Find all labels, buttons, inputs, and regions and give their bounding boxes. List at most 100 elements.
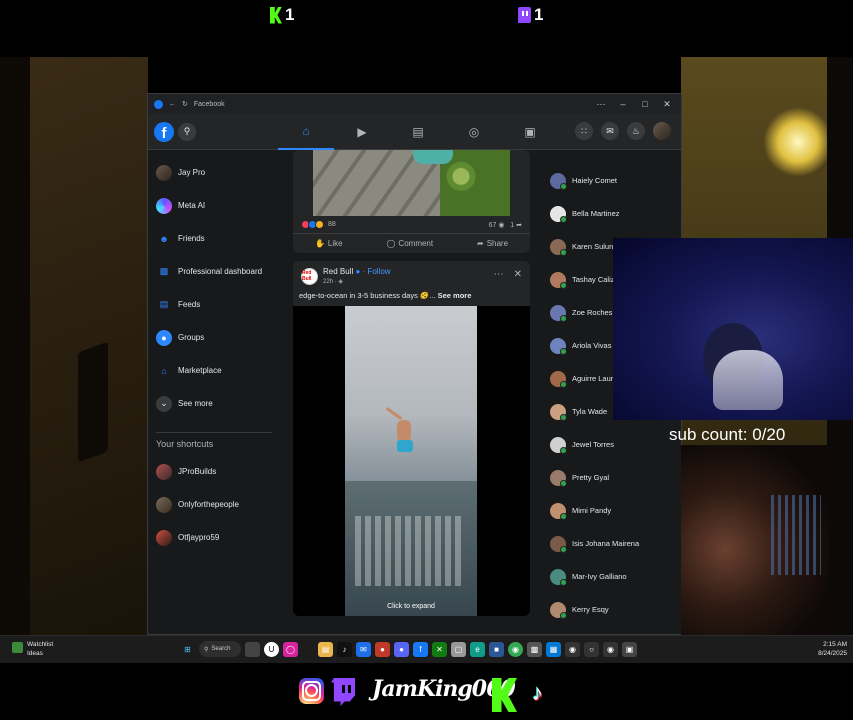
system-clock[interactable]: 2:15 AM 8/24/2025 [818,640,847,658]
app-icon[interactable]: ● [375,641,390,657]
avatar [550,601,567,619]
webcam-hands [713,350,783,410]
edge-icon[interactable]: e [470,641,485,657]
app-icon[interactable]: ◉ [603,641,618,657]
post-timestamp[interactable]: 22h · [323,279,337,285]
sidebar-item-marketplace[interactable]: ⌂ Marketplace [154,354,272,387]
like-label: Like [327,239,343,248]
contact-item[interactable]: Bella Martinez [546,197,676,230]
avatar [156,463,172,480]
gaming-icon[interactable]: ▣ [502,114,558,150]
avatar [550,271,567,289]
author-name[interactable]: Red Bull [323,267,353,276]
watchlist-widget[interactable]: Watchlist Ideas [12,640,53,658]
groups-icon[interactable]: ◎ [446,114,502,150]
chevron-down-icon: ⌄ [156,395,172,412]
webcam-overlay [613,238,853,420]
app-icon[interactable]: ▩ [527,641,542,657]
sidebar-item-professional-dashboard[interactable]: ▩ Professional dashboard [154,255,272,288]
profile-avatar[interactable] [653,122,671,140]
comments-shares[interactable]: 67 ◉ 1 ➦ [489,221,522,229]
contact-item[interactable]: Jewel Torres [546,428,676,461]
marketplace-icon[interactable]: ▤ [390,114,446,150]
contact-item[interactable]: Isis Johana Mairena [546,527,676,560]
app-icon[interactable]: ■ [489,641,504,657]
click-to-expand[interactable]: Click to expand [345,603,477,610]
app-icon[interactable]: ◉ [565,641,580,657]
video-frame[interactable]: Click to expand [345,306,477,616]
reload-icon[interactable]: ↻ [182,100,188,108]
feeds-icon: ▤ [159,299,169,309]
facebook-app-icon[interactable]: f [413,641,428,657]
sidebar-item-meta-ai[interactable]: Meta AI [154,189,272,222]
nav-tabs: ⌂ ▶ ▤ ◎ ▣ [278,114,558,150]
sidebar-item-label: Feeds [178,300,201,309]
avatar [156,496,172,513]
notifications-icon[interactable]: ♨ [627,122,645,140]
sidebar-item-feeds[interactable]: ▤ Feeds [154,288,272,321]
contact-item[interactable]: Haiely Comet [546,164,676,197]
back-icon[interactable]: ← [169,101,176,108]
task-view-icon[interactable] [245,641,260,657]
messenger-app-icon[interactable]: ✉ [356,641,371,657]
reactions-summary[interactable]: 88 [301,220,336,229]
more-options-button[interactable]: ⋯ [593,99,609,110]
contact-name: Karen Sulun [572,242,614,251]
app-icon[interactable]: ▣ [622,641,637,657]
close-button[interactable]: ✕ [659,99,675,110]
search-icon[interactable]: ⚲ [178,122,196,141]
avatar [550,337,567,355]
instagram-app-icon[interactable]: ◯ [283,641,298,657]
messenger-icon[interactable]: ✉ [601,122,619,140]
home-icon[interactable]: ⌂ [278,114,334,150]
taskbar-search[interactable]: ⚲ Search [199,641,241,657]
app-icon[interactable]: ▦ [546,641,561,657]
shortcut-label: Onlyforthepeople [178,500,239,509]
follow-link[interactable]: · Follow [363,267,391,276]
facebook-logo[interactable]: f [154,121,174,142]
contact-item[interactable]: Kerry Esqy [546,593,676,626]
shortcut-label: Otfjaypro59 [178,533,220,542]
shortcut-item[interactable]: JProBuilds [154,455,272,488]
contact-item[interactable]: Pretty Gyal [546,461,676,494]
share-button[interactable]: ➦ Share [477,239,508,248]
contact-item[interactable]: Mar-Ivy Galliano [546,560,676,593]
app-icon[interactable]: ▢ [451,641,466,657]
start-icon[interactable]: ⊞ [180,642,195,657]
like-button[interactable]: ✋ Like [315,239,343,248]
post-photo[interactable] [313,150,510,216]
comment-button[interactable]: ◯ Comment [386,239,433,248]
red-bull-logo[interactable]: Red Bull [301,267,318,285]
unreal-engine-icon[interactable]: U [264,641,279,657]
search-label: Search [211,646,231,652]
sidebar-item-profile[interactable]: Jay Pro [154,156,272,189]
shortcut-item[interactable]: Onlyforthepeople [154,488,272,521]
sidebar-item-see-more[interactable]: ⌄ See more [154,387,272,420]
facecam-background [771,495,821,575]
avatar [550,535,567,553]
maximize-button[interactable]: □ [637,99,653,109]
menu-grid-icon[interactable]: ∷ [575,122,593,140]
video-player[interactable]: Click to expand [293,306,530,616]
kick-count: 1 [285,5,295,24]
discord-icon[interactable]: ● [394,641,409,657]
video-icon[interactable]: ▶ [334,114,390,150]
hide-post-icon[interactable]: ✕ [514,269,522,280]
share-icon: ➦ [476,239,484,248]
tiktok-app-icon[interactable]: ♪ [337,641,352,657]
post-more-icon[interactable]: ⋯ [494,269,504,280]
comment-label: Comment [398,239,434,248]
sidebar-item-groups[interactable]: ● Groups [154,321,272,354]
share-icon: ➦ [516,221,522,229]
avatar [156,164,172,181]
app-icon[interactable]: ○ [584,641,599,657]
file-explorer-icon[interactable]: ▤ [318,641,333,657]
sidebar-item-label: Jay Pro [178,168,206,177]
see-more-link[interactable]: See more [438,291,472,300]
sidebar-item-friends[interactable]: ☻ Friends [154,222,272,255]
minimize-button[interactable]: – [615,99,631,109]
chrome-icon[interactable]: ◉ [508,641,523,657]
shortcut-item[interactable]: Otfjaypro59 [154,521,272,554]
contact-item[interactable]: Mimi Pandy [546,494,676,527]
xbox-icon[interactable]: ✕ [432,641,447,657]
